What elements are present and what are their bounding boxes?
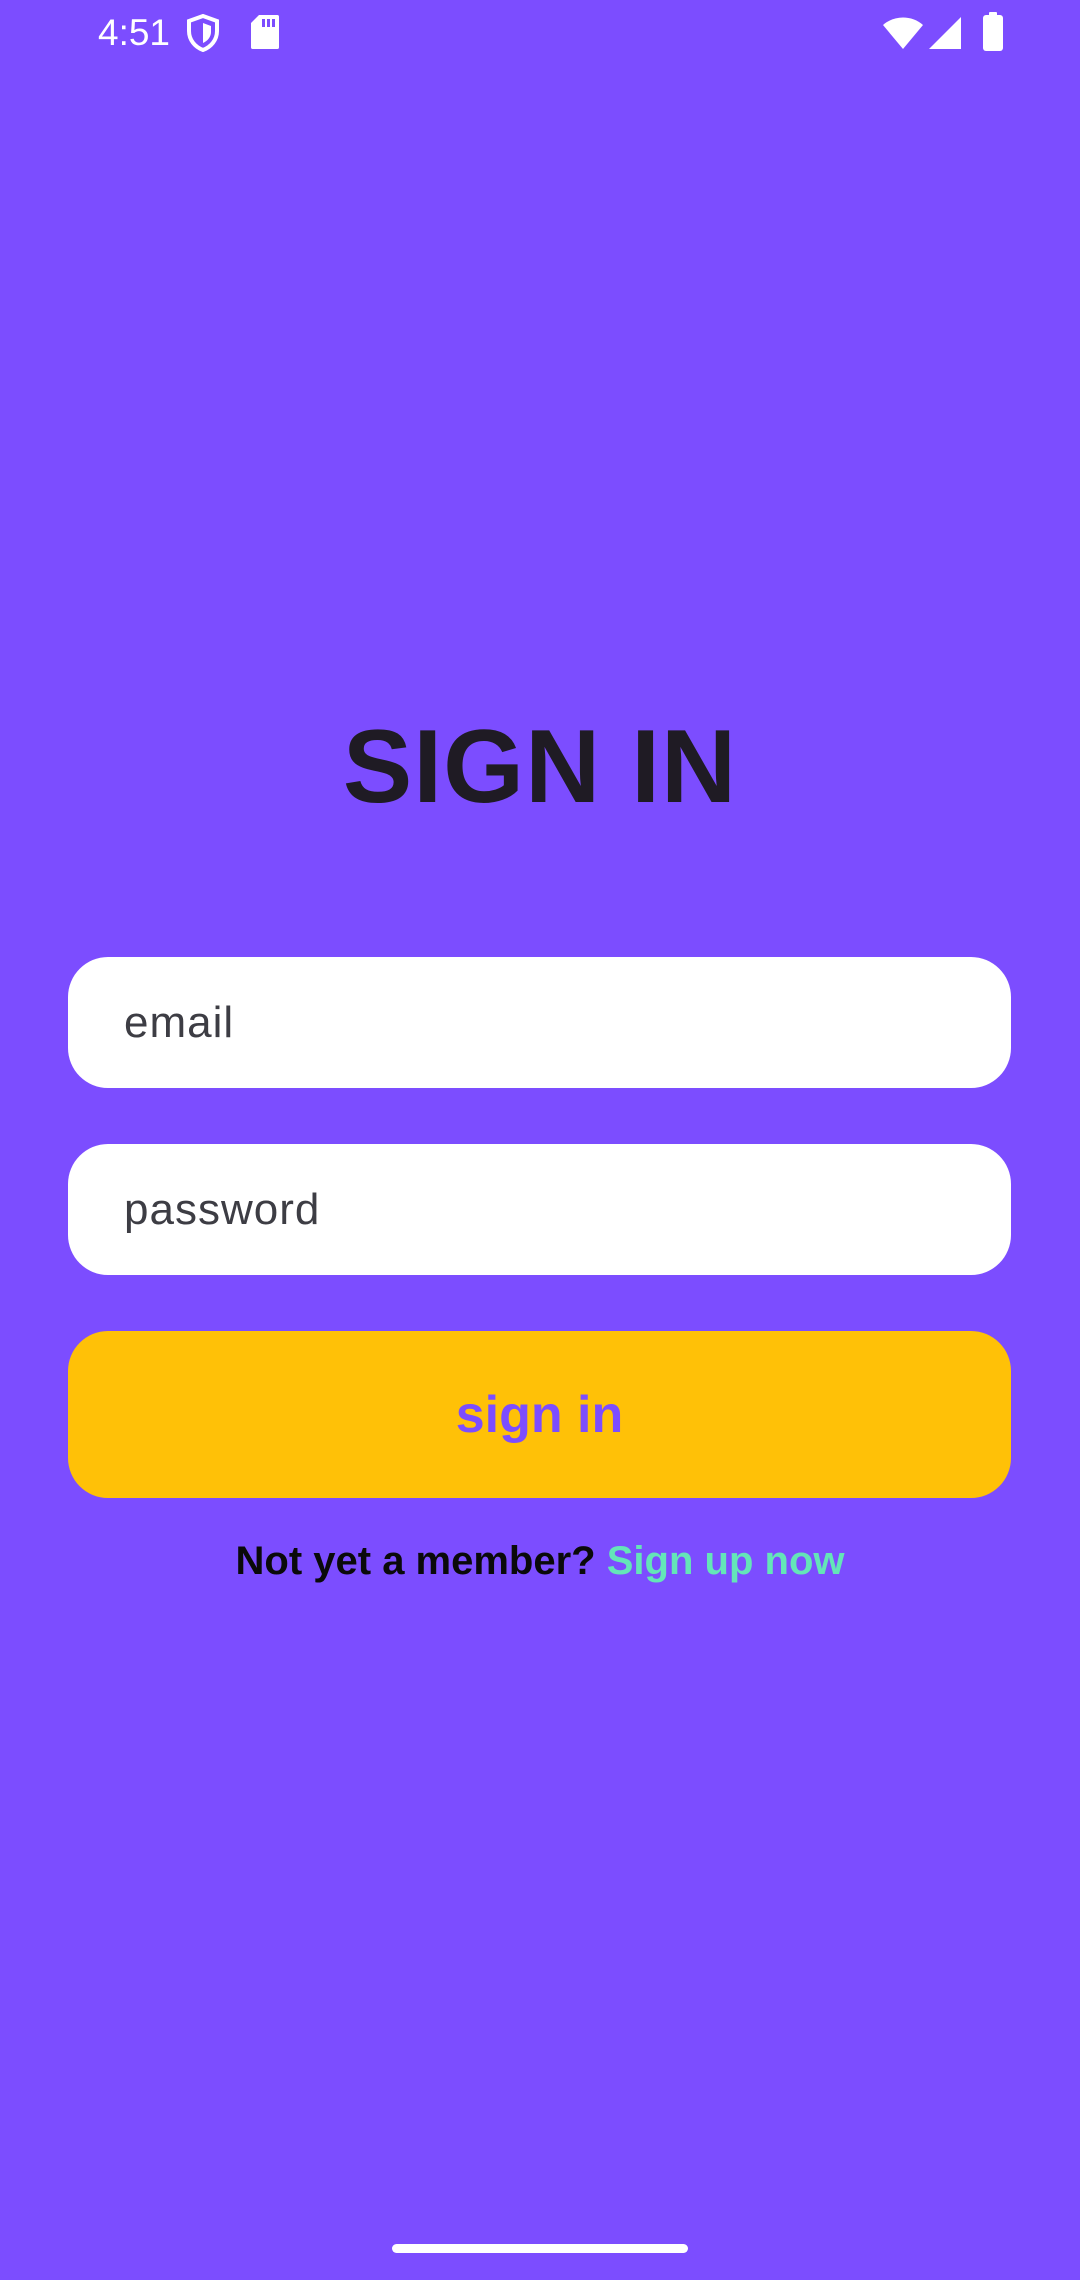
page-title: SIGN IN	[342, 709, 738, 825]
shield-icon	[187, 14, 219, 52]
home-indicator[interactable]	[392, 2244, 688, 2253]
sd-card-icon	[251, 15, 279, 49]
sign-in-button[interactable]: sign in	[68, 1331, 1011, 1498]
wifi-icon	[883, 17, 923, 49]
email-field-container	[68, 957, 1011, 1088]
signup-prompt: Not yet a member? Sign up now	[0, 1534, 1080, 1588]
battery-icon	[983, 12, 1003, 51]
password-field-container	[68, 1144, 1011, 1275]
email-input[interactable]	[68, 957, 1011, 1088]
password-input[interactable]	[68, 1144, 1011, 1275]
status-bar: 4:51	[0, 0, 1080, 66]
signal-icon	[929, 17, 961, 49]
status-time: 4:51	[98, 12, 171, 53]
signup-prompt-text: Not yet a member?	[235, 1539, 596, 1583]
sign-up-link[interactable]: Sign up now	[607, 1539, 845, 1583]
